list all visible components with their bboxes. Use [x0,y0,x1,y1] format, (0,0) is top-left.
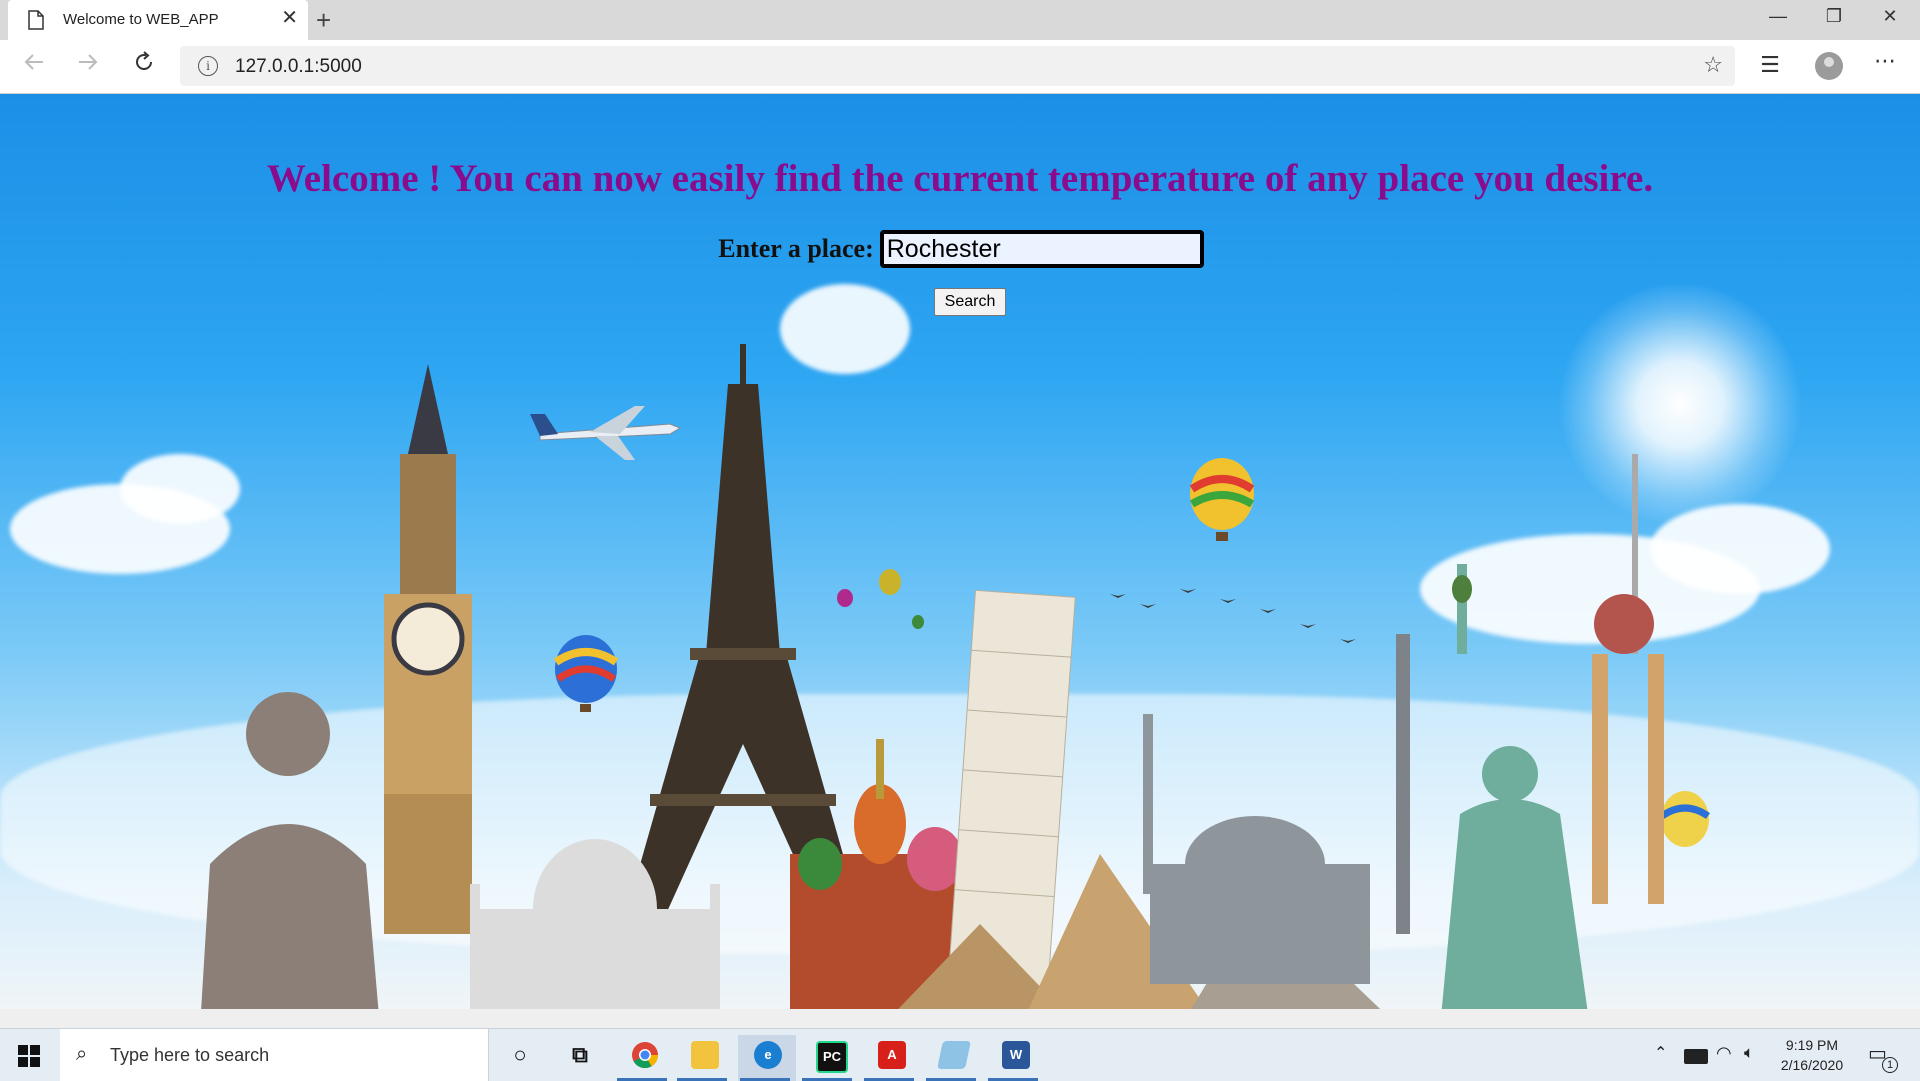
big-ben [384,364,472,934]
profile-avatar-icon[interactable] [1815,52,1843,80]
battery-icon[interactable] [1684,1049,1708,1064]
address-bar[interactable]: i 127.0.0.1:5000 ☆ [180,46,1735,86]
clock-date: 2/16/2020 [1780,1057,1844,1073]
taskbar-search-placeholder: Type here to search [110,1045,270,1065]
more-menu-icon[interactable]: ⋯ [1870,48,1900,74]
statue-of-liberty [1440,564,1590,1028]
clock-time: 9:19 PM [1785,1037,1839,1053]
show-hidden-icons-chevron-icon[interactable]: ⌃ [1654,1043,1667,1063]
page-icon [28,10,44,30]
volume-icon[interactable]: 🔈︎ [1744,1043,1754,1063]
place-input[interactable] [879,230,1204,268]
refresh-icon [136,51,152,70]
place-form: Enter a place: [0,230,1920,268]
notepad-taskbar-button[interactable] [924,1035,982,1081]
task-view-icon: ⧉ [572,1042,588,1067]
edge-icon: e [754,1041,782,1069]
back-icon [24,54,43,70]
acrobat-taskbar-button[interactable]: A [862,1035,920,1081]
forward-icon [79,54,98,70]
cortana-icon: ○ [513,1042,527,1067]
wifi-icon[interactable]: ◠ [1716,1043,1732,1064]
edge-taskbar-button[interactable]: e [738,1035,796,1081]
browser-tab[interactable]: Welcome to WEB_APP ✕ [8,0,308,40]
notification-count-badge: 1 [1882,1057,1898,1073]
blue-mosque [1143,634,1410,984]
search-icon: ⌕ [76,1043,88,1065]
file-explorer-taskbar-button[interactable] [675,1035,733,1081]
acrobat-icon: A [878,1041,906,1069]
search-button[interactable]: Search [934,288,1006,316]
favorites-list-icon[interactable]: ☰ [1755,52,1785,78]
close-window-button[interactable]: ✕ [1870,4,1910,28]
favorite-star-icon[interactable]: ☆ [1703,52,1723,78]
tab-close-icon[interactable]: ✕ [281,8,298,28]
tab-title: Welcome to WEB_APP [63,11,219,28]
pycharm-icon: PC [816,1041,848,1073]
system-clock[interactable]: 9:19 PM 2/16/2020 [1762,1035,1862,1075]
windows-start-icon[interactable] [18,1045,40,1067]
tab-strip: Welcome to WEB_APP ✕ + — ❐ ✕ [0,0,1920,40]
birds [1110,589,1356,643]
browser-toolbar: i 127.0.0.1:5000 ☆ ☰ ⋯ [0,40,1920,94]
page-viewport: Welcome ! You can now easily find the cu… [0,94,1920,1028]
new-tab-button[interactable]: + [316,4,331,36]
refresh-button[interactable] [126,50,162,82]
chrome-taskbar-button[interactable] [615,1035,673,1081]
task-view-button[interactable]: ⧉ [550,1035,608,1081]
back-button[interactable] [16,50,52,82]
buddha-statue [200,692,380,1028]
oriental-pearl-tower [1592,454,1664,904]
forward-button[interactable] [70,50,106,82]
taskbar: ⌕ Type here to search ○ ⧉ e PC A W ⌃ ◠ 🔈… [0,1028,1920,1081]
taskbar-search-box[interactable]: ⌕ Type here to search [60,1029,489,1081]
chrome-icon [632,1042,659,1069]
info-icon[interactable]: i [198,56,218,76]
folder-icon [691,1041,719,1069]
minimize-button[interactable]: — [1758,4,1798,28]
cortana-button[interactable]: ○ [490,1035,548,1081]
word-icon: W [1002,1041,1030,1069]
place-label: Enter a place: [718,234,874,263]
notepad-icon [937,1041,971,1069]
page-title: Welcome ! You can now easily find the cu… [266,157,1654,200]
airplane [530,406,682,460]
url-text: 127.0.0.1:5000 [235,56,362,77]
restore-button[interactable]: ❐ [1814,4,1854,28]
word-taskbar-button[interactable]: W [986,1035,1044,1081]
pycharm-taskbar-button[interactable]: PC [800,1035,858,1081]
ground [0,1009,1920,1028]
